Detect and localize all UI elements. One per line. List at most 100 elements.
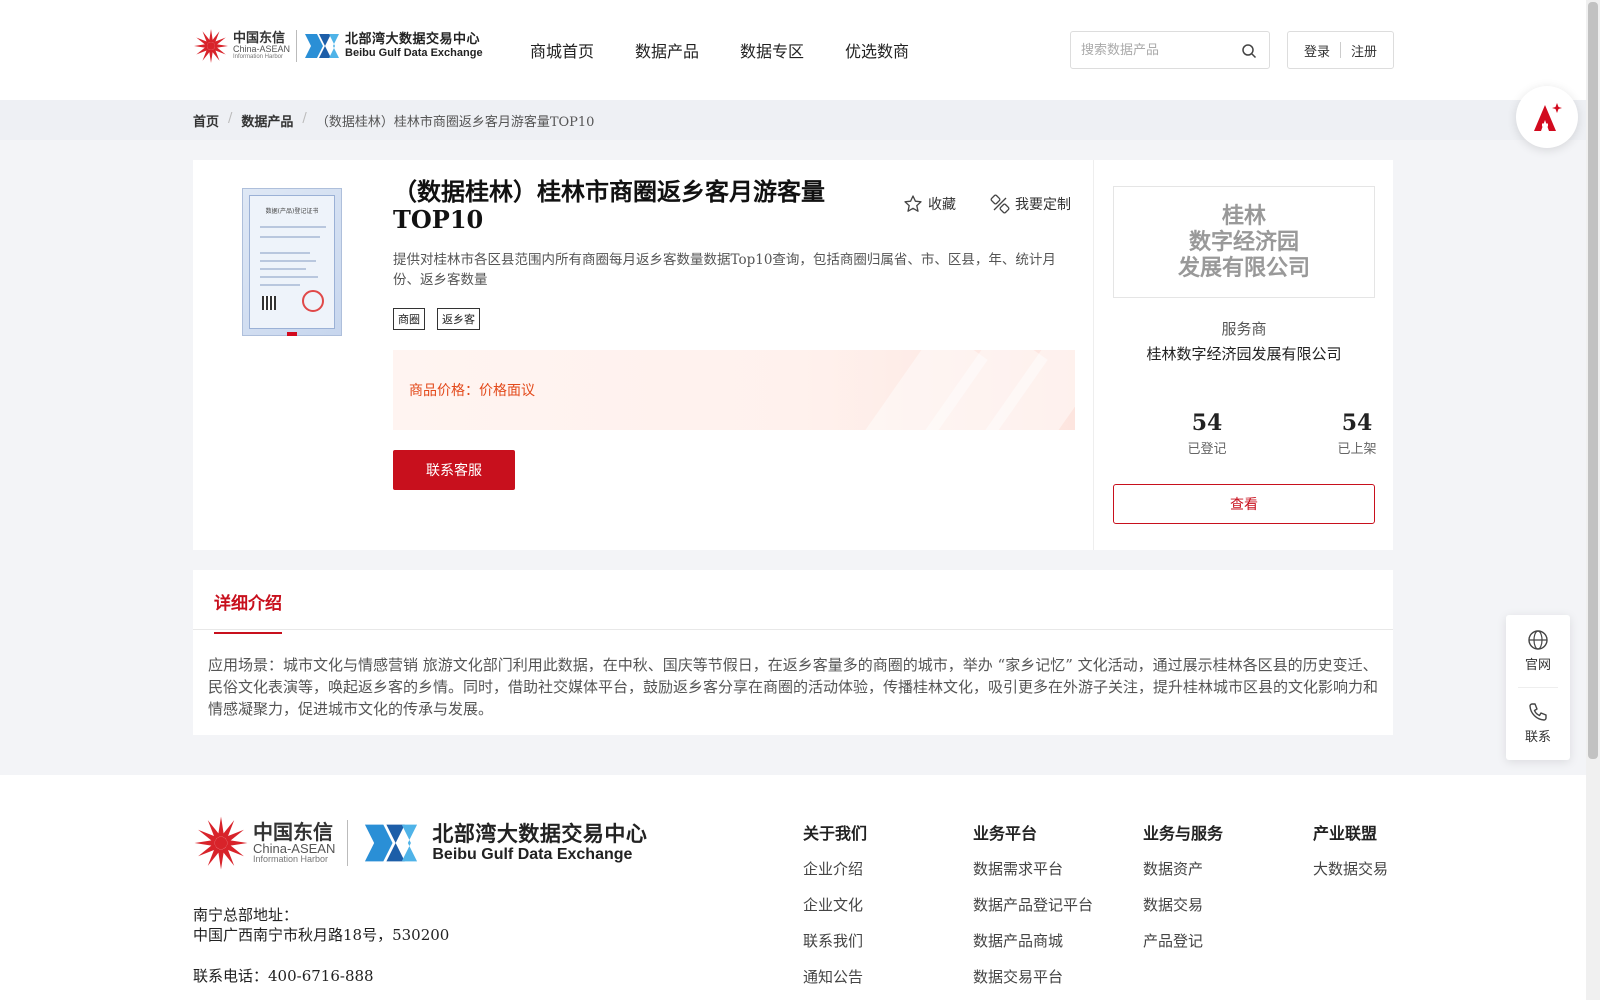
breadcrumb-home[interactable]: 首页 <box>193 111 219 130</box>
top-header: 中国东信 China-ASEAN Information Harbor 北部湾大… <box>0 0 1586 100</box>
price-label: 商品价格： <box>409 383 479 399</box>
price-value: 价格面议 <box>479 383 535 399</box>
customize-button[interactable]: 我要定制 <box>990 194 1071 214</box>
provider-logo-line: 发展有限公司 <box>1177 255 1310 281</box>
provider-logo-line: 数字经济园 <box>1188 229 1299 255</box>
phone-icon <box>1529 703 1547 721</box>
detail-text: 应用场景：城市文化与情感营销 旅游文化部门利用此数据，在中秋、国庆等节假日，在返… <box>208 656 1379 718</box>
footer-link[interactable]: 数据交易 <box>1143 894 1223 915</box>
auth-divider <box>1340 42 1341 58</box>
breadcrumb-category[interactable]: 数据产品 <box>241 111 293 130</box>
stat-listed: 54 已上架 <box>1297 410 1417 457</box>
footer-beibu-gulf-wordmark: 北部湾大数据交易中心 Beibu Gulf Data Exchange <box>432 822 647 864</box>
certificate-seal <box>302 290 324 312</box>
thumbnail-indicator[interactable] <box>287 332 297 336</box>
provider-logo: 桂林 数字经济园 发展有限公司 <box>1113 186 1375 298</box>
certificate-line <box>260 284 300 286</box>
auth-box: 登录 注册 <box>1287 31 1394 69</box>
footer-col-services: 业务与服务 数据资产 数据交易 产品登记 <box>1143 820 1223 966</box>
footer-link[interactable]: 企业文化 <box>803 894 867 915</box>
register-link[interactable]: 注册 <box>1351 41 1377 60</box>
footer-link[interactable]: 数据需求平台 <box>973 858 1093 879</box>
official-site-button[interactable]: 官网 <box>1506 629 1570 673</box>
customize-icon <box>990 194 1010 214</box>
footer-link[interactable]: 企业介绍 <box>803 858 867 879</box>
price-box: 商品价格：价格面议 <box>393 350 1075 430</box>
detail-section: 详细介绍 应用场景：城市文化与情感营销 旅游文化部门利用此数据，在中秋、国庆等节… <box>193 570 1393 735</box>
footer-link[interactable]: 大数据交易 <box>1313 858 1388 879</box>
footer-col-alliance: 产业联盟 大数据交易 <box>1313 820 1388 894</box>
official-site-label: 官网 <box>1524 658 1551 673</box>
contact-service-button[interactable]: 联系客服 <box>393 450 515 490</box>
footer-link[interactable]: 数据资产 <box>1143 858 1223 879</box>
ai-assistant-button[interactable] <box>1516 86 1578 148</box>
footer-link[interactable]: 通知公告 <box>803 966 867 987</box>
product-title: （数据桂林）桂林市商圈返乡客月游客量TOP10 <box>393 177 825 234</box>
stat-registered-value: 54 <box>1191 410 1223 436</box>
footer-link[interactable]: 产品登记 <box>1143 930 1223 951</box>
china-asean-wordmark: 中国东信 China-ASEAN Information Harbor <box>233 32 290 60</box>
footer-logo-cn-name: 中国东信 <box>253 820 333 844</box>
footer-col-title: 关于我们 <box>803 824 868 843</box>
certificate-line <box>260 268 306 270</box>
footer-logo-exchange-en: Beibu Gulf Data Exchange <box>432 845 633 863</box>
nav-item-preferred-vendors[interactable]: 优选数商 <box>845 38 909 62</box>
logo-exchange-cn: 北部湾大数据交易中心 <box>345 31 481 47</box>
tag-business-district: 商圈 <box>393 308 425 330</box>
footer-address: 南宁总部地址： 中国广西南宁市秋月路18号，530200 <box>193 905 449 945</box>
footer-col-title: 业务平台 <box>973 824 1038 843</box>
footer-link[interactable]: 数据产品登记平台 <box>973 894 1093 915</box>
breadcrumb-current: （数据桂林）桂林市商圈返乡客月游客量TOP10 <box>315 115 595 130</box>
contact-side-button[interactable]: 联系 <box>1506 701 1570 745</box>
view-provider-button[interactable]: 查看 <box>1113 484 1375 524</box>
footer-col-title: 产业联盟 <box>1313 824 1378 843</box>
footer-link[interactable]: 数据交易平台 <box>973 966 1093 987</box>
logo-exchange-en: Beibu Gulf Data Exchange <box>345 47 483 60</box>
breadcrumb-bar: 首页 / 数据产品 / （数据桂林）桂林市商圈返乡客月游客量TOP10 <box>0 100 1586 140</box>
globe-icon <box>1528 630 1548 650</box>
china-asean-burst-icon <box>194 29 228 63</box>
search-icon[interactable] <box>1241 43 1257 59</box>
favorite-label: 收藏 <box>928 197 956 213</box>
nav-item-mall-home[interactable]: 商城首页 <box>530 38 594 62</box>
login-link[interactable]: 登录 <box>1304 41 1330 60</box>
stat-registered-label: 已登记 <box>1187 442 1227 457</box>
logo-divider <box>296 30 298 62</box>
tab-detail-intro[interactable]: 详细介绍 <box>214 589 282 634</box>
stat-listed-label: 已上架 <box>1337 442 1377 457</box>
product-thumbnail[interactable]: 数据(产品)登记证书 <box>242 188 342 336</box>
favorite-button[interactable]: 收藏 <box>903 194 956 214</box>
nav-item-data-products[interactable]: 数据产品 <box>635 38 699 62</box>
scrollbar-thumb[interactable] <box>1588 2 1598 759</box>
footer-link[interactable]: 联系我们 <box>803 930 867 951</box>
stat-registered: 54 已登记 <box>1147 410 1267 457</box>
stat-listed-value: 54 <box>1341 410 1373 436</box>
star-icon <box>904 195 922 212</box>
ai-assistant-icon <box>1534 103 1562 131</box>
logo-en-name: China-ASEAN <box>233 44 291 54</box>
nav-item-data-zone[interactable]: 数据专区 <box>740 38 804 62</box>
certificate-line <box>260 252 310 254</box>
footer-china-asean-wordmark: 中国东信 China-ASEAN Information Harbor <box>253 822 335 864</box>
beibu-gulf-bx-icon <box>365 824 418 862</box>
product-card: 数据(产品)登记证书 （数据桂林）桂林市商圈返乡客月游客量TOP10 收藏 我要… <box>193 160 1393 550</box>
logo-en-sub: Information Harbor <box>233 54 284 60</box>
footer-col-platform: 业务平台 数据需求平台 数据产品登记平台 数据产品商城 数据交易平台 <box>973 820 1093 1000</box>
search-box <box>1070 31 1270 69</box>
footer-logo-en-sub: Information Harbor <box>253 854 329 864</box>
certificate-line <box>260 236 320 238</box>
provider-role: 服务商 <box>1221 320 1267 338</box>
price-text: 商品价格：价格面议 <box>409 380 535 400</box>
breadcrumb-separator: / <box>228 111 233 126</box>
beibu-gulf-wordmark: 北部湾大数据交易中心 Beibu Gulf Data Exchange <box>345 31 483 60</box>
certificate-frame: 数据(产品)登记证书 <box>249 195 335 329</box>
site-logo[interactable]: 中国东信 China-ASEAN Information Harbor 北部湾大… <box>193 28 483 64</box>
detail-tabbar: 详细介绍 <box>193 570 1393 634</box>
footer-link[interactable]: 数据产品商城 <box>973 930 1093 951</box>
certificate-title: 数据(产品)登记证书 <box>265 208 319 215</box>
breadcrumb-separator: / <box>302 111 307 126</box>
footer-col-about: 关于我们 企业介绍 企业文化 联系我们 通知公告 <box>803 820 867 1000</box>
china-asean-burst-icon <box>194 816 248 870</box>
search-input[interactable] <box>1071 32 1231 68</box>
footer-address-label: 南宁总部地址： <box>193 906 299 924</box>
